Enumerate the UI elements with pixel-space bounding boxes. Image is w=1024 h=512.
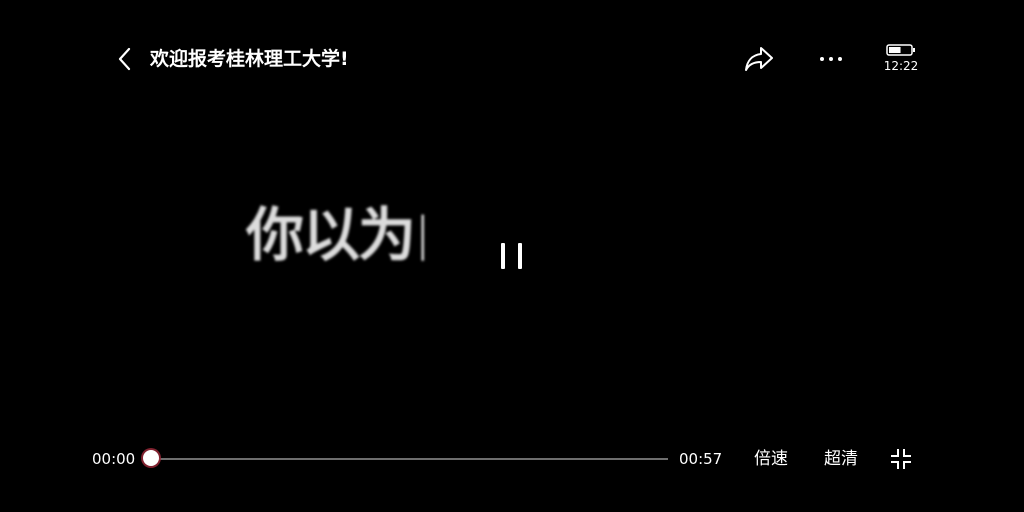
speed-button[interactable]: 倍速 [754,448,788,470]
video-title: 欢迎报考桂林理工大学! [150,48,349,70]
pause-button[interactable] [492,236,532,276]
pause-icon-bar [518,243,522,269]
progress-track [151,458,668,460]
progress-bar[interactable] [143,447,668,471]
progress-thumb[interactable] [143,450,159,466]
more-button[interactable] [816,46,846,72]
status-area: 12:22 [880,40,922,76]
exit-fullscreen-button[interactable] [889,447,913,471]
pause-icon [501,243,505,269]
video-player[interactable]: 欢迎报考桂林理工大学! 12:22 你以为白 00:00 00:57 倍速 [0,0,1024,512]
share-arrow-icon [745,47,773,71]
chevron-left-icon [118,47,131,71]
battery-icon [886,44,915,56]
back-button[interactable] [110,44,140,74]
clock: 12:22 [883,59,919,73]
current-time: 00:00 [92,450,136,468]
more-horizontal-icon [820,57,842,61]
video-caption: 你以为白 [246,201,424,269]
quality-button[interactable]: 超清 [824,448,858,470]
total-time: 00:57 [679,450,723,468]
exit-fullscreen-icon [891,449,911,469]
share-button[interactable] [742,43,776,75]
